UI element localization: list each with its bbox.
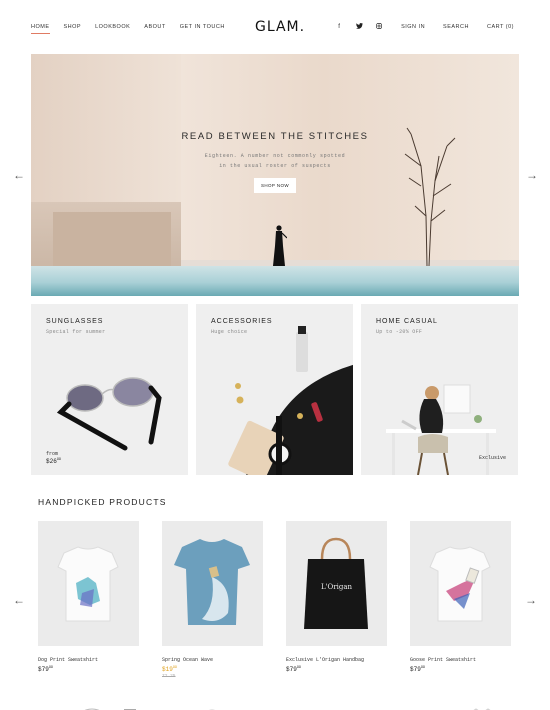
hero-slider: READ BETWEEN THE STITCHES Eighteen. A nu… (31, 54, 519, 296)
product-card: Dog Print Sweatshirt $7999 (38, 521, 139, 673)
handbag-brand-label: L'Origan (320, 583, 353, 591)
product-name[interactable]: Exclusive L'Origan Handbag (286, 657, 387, 663)
exclusive-badge: Exclusive (478, 455, 506, 461)
utility-nav: f SIGN IN SEARCH CART (0) (335, 23, 514, 31)
price-cents: 99 (172, 666, 178, 670)
price-cents: 99 (48, 666, 54, 670)
product-image[interactable] (410, 521, 511, 646)
product-image[interactable] (38, 521, 139, 646)
category-card-home-casual[interactable]: HOME CASUAL Up to -20% OFF Exclusive (361, 304, 518, 475)
site-logo[interactable]: GLAM. (255, 19, 305, 35)
price-cents: 99 (56, 458, 62, 462)
tree-illustration (404, 127, 456, 266)
price-main: $26 (46, 458, 57, 465)
tshirt-image (174, 539, 250, 625)
card-from-label: from (46, 451, 59, 457)
product-card: Goose Print Sweatshirt $7999 (410, 521, 511, 673)
twitter-icon[interactable] (355, 23, 363, 31)
model-figure (273, 225, 287, 266)
card-subtitle: Up to -20% OFF (376, 329, 423, 335)
product-name[interactable]: Dog Print Sweatshirt (38, 657, 139, 663)
hero-building-shadow (53, 212, 171, 268)
hero-title: READ BETWEEN THE STITCHES (181, 131, 369, 142)
nav-lookbook[interactable]: LOOKBOOK (95, 24, 130, 30)
hero-prev-arrow[interactable]: ← (13, 168, 25, 182)
product-image[interactable]: L'Origan (286, 521, 387, 646)
card-title: SUNGLASSES (46, 318, 104, 325)
sweatshirt-image (57, 546, 119, 622)
nav-shop[interactable]: SHOP (64, 24, 82, 30)
site-header: HOME SHOP LOOKBOOK ABOUT GET IN TOUCH GL… (0, 0, 550, 55)
main-nav: HOME SHOP LOOKBOOK ABOUT GET IN TOUCH (31, 24, 225, 34)
shop-now-button[interactable]: SHOP NOW (254, 178, 296, 193)
nav-home[interactable]: HOME (31, 24, 50, 34)
products-next-arrow[interactable]: → (525, 593, 537, 607)
sunglasses-image (56, 377, 162, 451)
product-card: Spring Ocean Wave $1999 72.25 (162, 521, 263, 679)
hero-water (31, 266, 519, 296)
hero-subtitle-line: in the usual roster of suspects (219, 163, 331, 169)
cart-link[interactable]: CART (0) (487, 24, 514, 30)
search-link[interactable]: SEARCH (443, 24, 469, 30)
sweatshirt-image (429, 546, 491, 622)
price-cents: 99 (420, 666, 426, 670)
card-price: $2699 (46, 458, 61, 465)
category-card-sunglasses[interactable]: SUNGLASSES Special for summer from $2699 (31, 304, 188, 475)
price-main: $79 (410, 666, 421, 673)
sign-in-link[interactable]: SIGN IN (401, 24, 425, 30)
price-main: $79 (286, 666, 297, 673)
product-price: $7999 (38, 666, 139, 673)
card-title: HOME CASUAL (376, 318, 438, 325)
handpicked-products-title: HANDPICKED PRODUCTS (38, 497, 167, 507)
category-card-accessories[interactable]: ACCESSORIES Huge choice (196, 304, 353, 475)
accessories-image (228, 326, 353, 475)
product-price: $1999 (162, 666, 263, 673)
facebook-icon[interactable]: f (335, 24, 343, 30)
product-price: $7999 (410, 666, 511, 673)
hero-subtitle-line: Eighteen. A number not commonly spotted (204, 153, 346, 159)
price-main: $79 (38, 666, 49, 673)
product-name[interactable]: Goose Print Sweatshirt (410, 657, 511, 663)
footer-decor (84, 708, 491, 710)
product-old-price: 72.25 (162, 674, 176, 679)
price-main: $19 (162, 666, 173, 673)
product-name[interactable]: Spring Ocean Wave (162, 657, 263, 663)
product-price: $7999 (286, 666, 387, 673)
nav-get-in-touch[interactable]: GET IN TOUCH (180, 24, 225, 30)
product-card: L'Origan Exclusive L'Origan Handbag $799… (286, 521, 387, 673)
footer-peek (0, 700, 550, 710)
instagram-icon[interactable] (375, 23, 383, 31)
hero-subtitle: Eighteen. A number not commonly spotted … (31, 151, 519, 171)
products-prev-arrow[interactable]: ← (13, 593, 25, 607)
price-cents: 99 (296, 666, 302, 670)
hero-next-arrow[interactable]: → (526, 168, 538, 182)
product-image[interactable] (162, 521, 263, 646)
card-subtitle: Special for summer (46, 329, 106, 335)
nav-about[interactable]: ABOUT (144, 24, 165, 30)
